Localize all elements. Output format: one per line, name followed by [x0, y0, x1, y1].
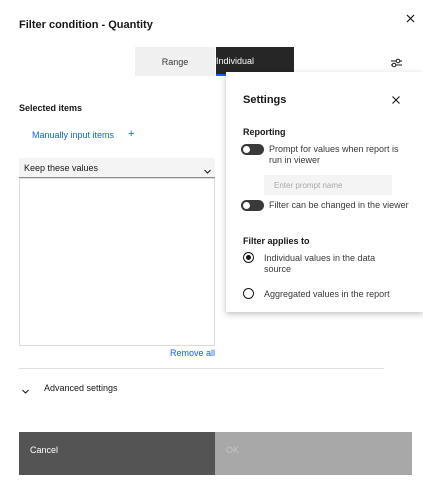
filter-changed-toggle[interactable]: [241, 200, 264, 211]
tab-range-label: Range: [161, 56, 189, 67]
manual-input-link[interactable]: Manually input items: [32, 130, 114, 140]
close-icon[interactable]: [390, 93, 402, 105]
close-icon[interactable]: [404, 12, 418, 26]
values-select[interactable]: Keep these values: [19, 158, 215, 178]
selected-values-list[interactable]: [19, 178, 215, 346]
remove-all-link[interactable]: Remove all: [170, 348, 215, 358]
radio-individual-values[interactable]: [243, 252, 254, 263]
tab-individual-label: Individual: [216, 55, 255, 66]
settings-title: Settings: [243, 94, 287, 106]
sliders-icon[interactable]: [390, 56, 403, 68]
prompt-toggle-label: Prompt for values when report is run in …: [269, 144, 399, 165]
advanced-settings-toggle[interactable]: Advanced settings: [44, 383, 118, 393]
tab-range[interactable]: Range: [135, 47, 215, 76]
divider: [19, 368, 384, 369]
prompt-name-input[interactable]: Enter prompt name: [264, 175, 392, 195]
dialog-title: Filter condition - Quantity: [19, 19, 153, 31]
plus-icon[interactable]: +: [128, 129, 134, 140]
cancel-button-label: Cancel: [30, 445, 59, 455]
prompt-toggle[interactable]: [241, 144, 264, 155]
reporting-heading: Reporting: [243, 127, 286, 137]
values-select-value: Keep these values: [24, 162, 99, 173]
selected-items-heading: Selected items: [19, 103, 83, 113]
chevron-down-icon[interactable]: [21, 383, 30, 394]
filter-applies-heading: Filter applies to: [243, 236, 310, 246]
chevron-down-icon[interactable]: [203, 163, 212, 174]
radio-aggregated-values[interactable]: [243, 288, 254, 299]
cancel-button[interactable]: Cancel: [19, 432, 215, 475]
ok-button-label: OK: [226, 445, 240, 455]
filter-changed-label: Filter can be changed in the viewer: [269, 200, 409, 210]
ok-button[interactable]: OK: [215, 432, 412, 475]
settings-panel: Settings Reporting Prompt for values whe…: [226, 72, 423, 312]
radio-individual-values-label: Individual values in the data source: [264, 253, 376, 274]
radio-aggregated-values-label: Aggregated values in the report: [264, 289, 390, 299]
